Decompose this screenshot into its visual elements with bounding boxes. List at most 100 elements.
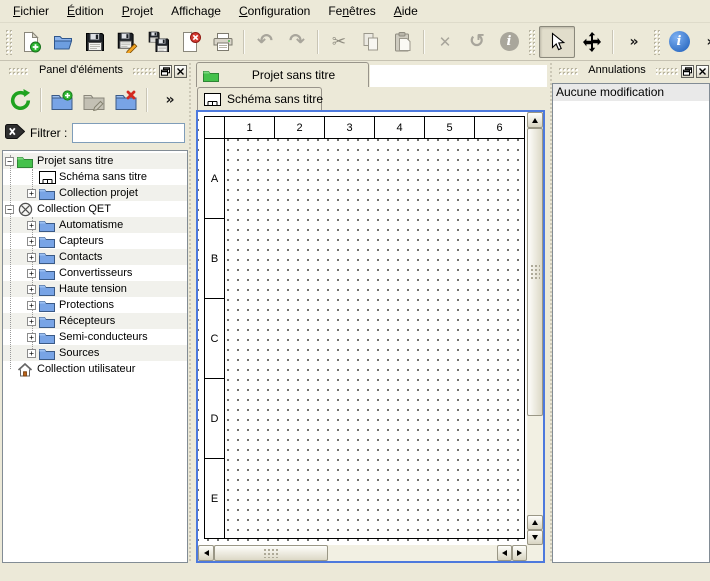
copy-button[interactable] [356,27,386,57]
tab-schema-sans-titre[interactable]: Schéma sans titre [197,87,322,110]
undo-panel-titlebar[interactable]: Annulations [552,62,710,81]
menu-fichier[interactable]: Fichier [4,1,58,21]
panel-overflow-button[interactable]: » [155,85,185,115]
scroll-right-button[interactable] [512,545,527,561]
up-arrow-icon [532,520,538,525]
doc-new-icon [20,31,42,53]
expand-toggle[interactable]: + [27,269,36,278]
open-document-button[interactable] [48,27,78,57]
column-header-6: 6 [474,116,525,139]
folder-blue-icon [38,283,56,296]
expand-toggle[interactable]: + [27,285,36,294]
elements-panel-close-button[interactable] [174,65,187,78]
undo-list[interactable]: Aucune modification [552,83,710,563]
horizontal-scroll-thumb[interactable] [214,545,328,561]
redo-button[interactable]: ↷ [282,27,312,57]
expand-toggle[interactable]: + [27,221,36,230]
expand-toggle[interactable]: + [27,333,36,342]
tree-item-collection-utilisateur[interactable]: Collection utilisateur [3,361,187,377]
tree-item-collection-qet[interactable]: −Collection QET [3,201,187,217]
tree-item-projet-sans-titre[interactable]: −Projet sans titre [3,153,187,169]
tree-item-recepteurs[interactable]: +Récepteurs [3,313,187,329]
main-toolbar-separator [423,30,425,54]
select-mode-button[interactable] [539,26,575,58]
scroll-left-button[interactable] [198,545,214,561]
menu-projet[interactable]: Projet [113,1,162,21]
main-toolbar-drag-handle[interactable] [5,29,12,55]
tree-item-collection-projet[interactable]: +Collection projet [3,185,187,201]
horizontal-scroll-track[interactable] [328,545,497,561]
save-all-button[interactable] [144,27,174,57]
scrollbar-corner [527,545,543,561]
vertical-scroll-track[interactable] [527,416,543,515]
folder-new-icon [51,90,73,111]
elements-panel-dock: Panel d'éléments » Filtrer : −Projet san… [2,62,188,563]
print-button[interactable] [208,27,238,57]
edit-category-button[interactable] [79,85,109,115]
save-button[interactable] [80,27,110,57]
scroll-left-button-2[interactable] [497,545,512,561]
folder-edit-icon [83,90,105,111]
menu-fenetres[interactable]: Fenêtres [319,1,384,21]
tab-projet-sans-titre[interactable]: Projet sans titre [196,62,369,87]
tree-item-label: Protections [56,299,114,311]
expand-toggle[interactable]: + [27,349,36,358]
tree-item-haute-tension[interactable]: + Haute tension [3,281,187,297]
tree-item-protections[interactable]: + Protections [3,297,187,313]
rotate-button[interactable]: ↺ [462,27,492,57]
reload-collections-button[interactable] [5,85,35,115]
tree-item-convertisseurs[interactable]: +Convertisseurs [3,265,187,281]
tree-item-capteurs[interactable]: +Capteurs [3,233,187,249]
delete-category-button[interactable] [111,85,141,115]
scroll-up-button[interactable] [527,112,543,128]
menu-edition[interactable]: Édition [58,1,113,21]
delete-button[interactable]: ✕ [430,27,460,57]
expand-toggle[interactable]: + [27,189,36,198]
collapse-toggle[interactable]: − [5,157,14,166]
toolbar-overflow-2-button[interactable]: » [696,27,710,57]
tree-item-automatisme[interactable]: +Automatisme [3,217,187,233]
element-tree[interactable]: −Projet sans titreSchéma sans titre+Coll… [2,150,188,563]
expand-toggle[interactable]: + [27,237,36,246]
menu-aide[interactable]: Aide [385,1,427,21]
save-as-button[interactable] [112,27,142,57]
tree-item-semi-conducteurs[interactable]: +Semi-conducteurs [3,329,187,345]
vertical-scroll-thumb[interactable] [527,128,543,416]
new-document-button[interactable] [16,27,46,57]
new-category-button[interactable] [47,85,77,115]
tree-item-label: Haute tension [56,283,127,295]
tree-item-schema-sans-titre[interactable]: Schéma sans titre [3,169,187,185]
clear-filter-button[interactable] [5,124,25,142]
elements-panel-float-button[interactable] [159,65,172,78]
expand-toggle[interactable]: + [27,301,36,310]
elements-panel-titlebar[interactable]: Panel d'éléments [2,62,188,81]
undo-panel-float-button[interactable] [681,65,694,78]
menu-affichage[interactable]: Affichage [162,1,230,21]
undo-button[interactable]: ↶ [250,27,280,57]
undo-panel-close-button[interactable] [696,65,709,78]
cut-button[interactable]: ✂ [324,27,354,57]
x-gray-icon: ✕ [439,33,452,51]
diagram-canvas[interactable]: 123456ABCDE [198,112,527,545]
toolbar-overflow-button[interactable]: » [619,27,649,57]
scroll-up-button-2[interactable] [527,515,543,530]
expand-toggle[interactable]: + [27,253,36,262]
pan-mode-button[interactable] [577,27,607,57]
printer-icon [212,31,234,53]
undo-item-aucune-modification[interactable]: Aucune modification [553,84,709,101]
left-arrow-icon [502,550,507,556]
expand-toggle[interactable]: + [27,317,36,326]
element-info-button[interactable]: i [494,27,524,57]
close-document-button[interactable] [176,27,206,57]
paste-button[interactable] [388,27,418,57]
tree-item-contacts[interactable]: +Contacts [3,249,187,265]
main-toolbar-drag-handle[interactable] [528,29,535,55]
main-toolbar-drag-handle[interactable] [653,29,660,55]
up-arrow-icon [532,118,538,123]
about-qet-button[interactable]: i [664,27,694,57]
filter-input[interactable] [72,123,185,143]
menu-configuration[interactable]: Configuration [230,1,319,21]
collapse-toggle[interactable]: − [5,205,14,214]
scroll-down-button[interactable] [527,530,543,545]
tree-item-sources[interactable]: +Sources [3,345,187,361]
